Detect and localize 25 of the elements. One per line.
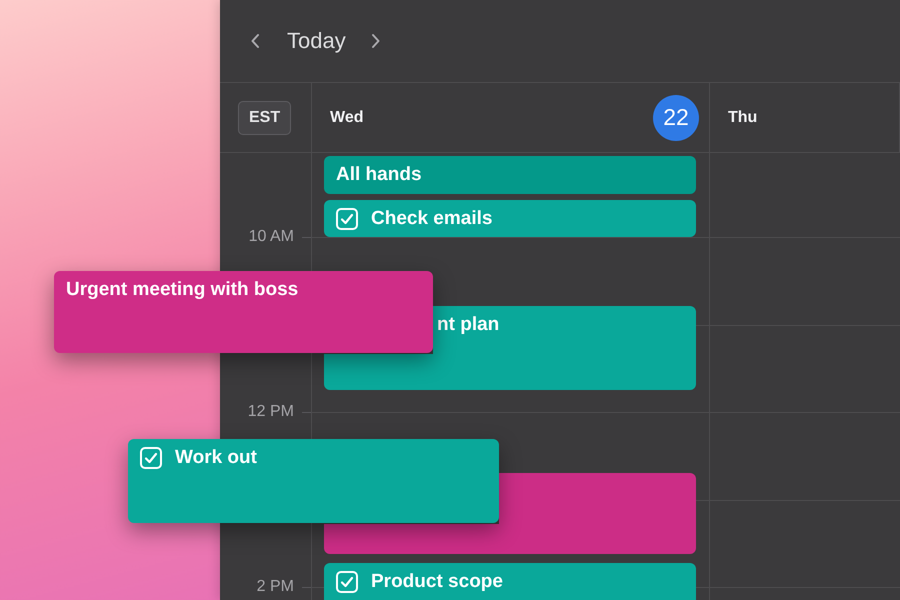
event-title: Work out <box>175 447 257 469</box>
time-label: 2 PM <box>256 578 294 596</box>
weekday-label: Thu <box>728 108 758 126</box>
today-button[interactable]: Today <box>287 28 346 54</box>
time-label: 10 AM <box>248 228 294 246</box>
event-title: Urgent meeting with boss <box>66 279 298 301</box>
event-card[interactable]: nt plan <box>433 306 696 390</box>
event-title: Product scope <box>371 571 503 593</box>
event-card[interactable]: Work out <box>128 439 499 523</box>
timezone-button[interactable]: EST <box>238 100 292 134</box>
next-button[interactable] <box>370 33 381 49</box>
checkbox[interactable] <box>140 447 162 469</box>
event-title: All hands <box>336 164 422 186</box>
event-card[interactable]: Check emails <box>324 200 696 237</box>
event-title: Check emails <box>371 208 492 230</box>
event-card[interactable]: Urgent meeting with boss <box>54 271 433 353</box>
weekday-label: Wed <box>330 108 364 126</box>
event-card[interactable]: All hands <box>324 156 696 194</box>
previous-button[interactable] <box>250 33 261 49</box>
time-label: 12 PM <box>248 403 294 421</box>
checkbox[interactable] <box>336 571 358 593</box>
event-card[interactable]: Product scope <box>324 563 696 600</box>
checkbox[interactable] <box>336 208 358 230</box>
event-title: nt plan <box>437 314 500 336</box>
date-label[interactable]: 22 <box>653 94 699 140</box>
